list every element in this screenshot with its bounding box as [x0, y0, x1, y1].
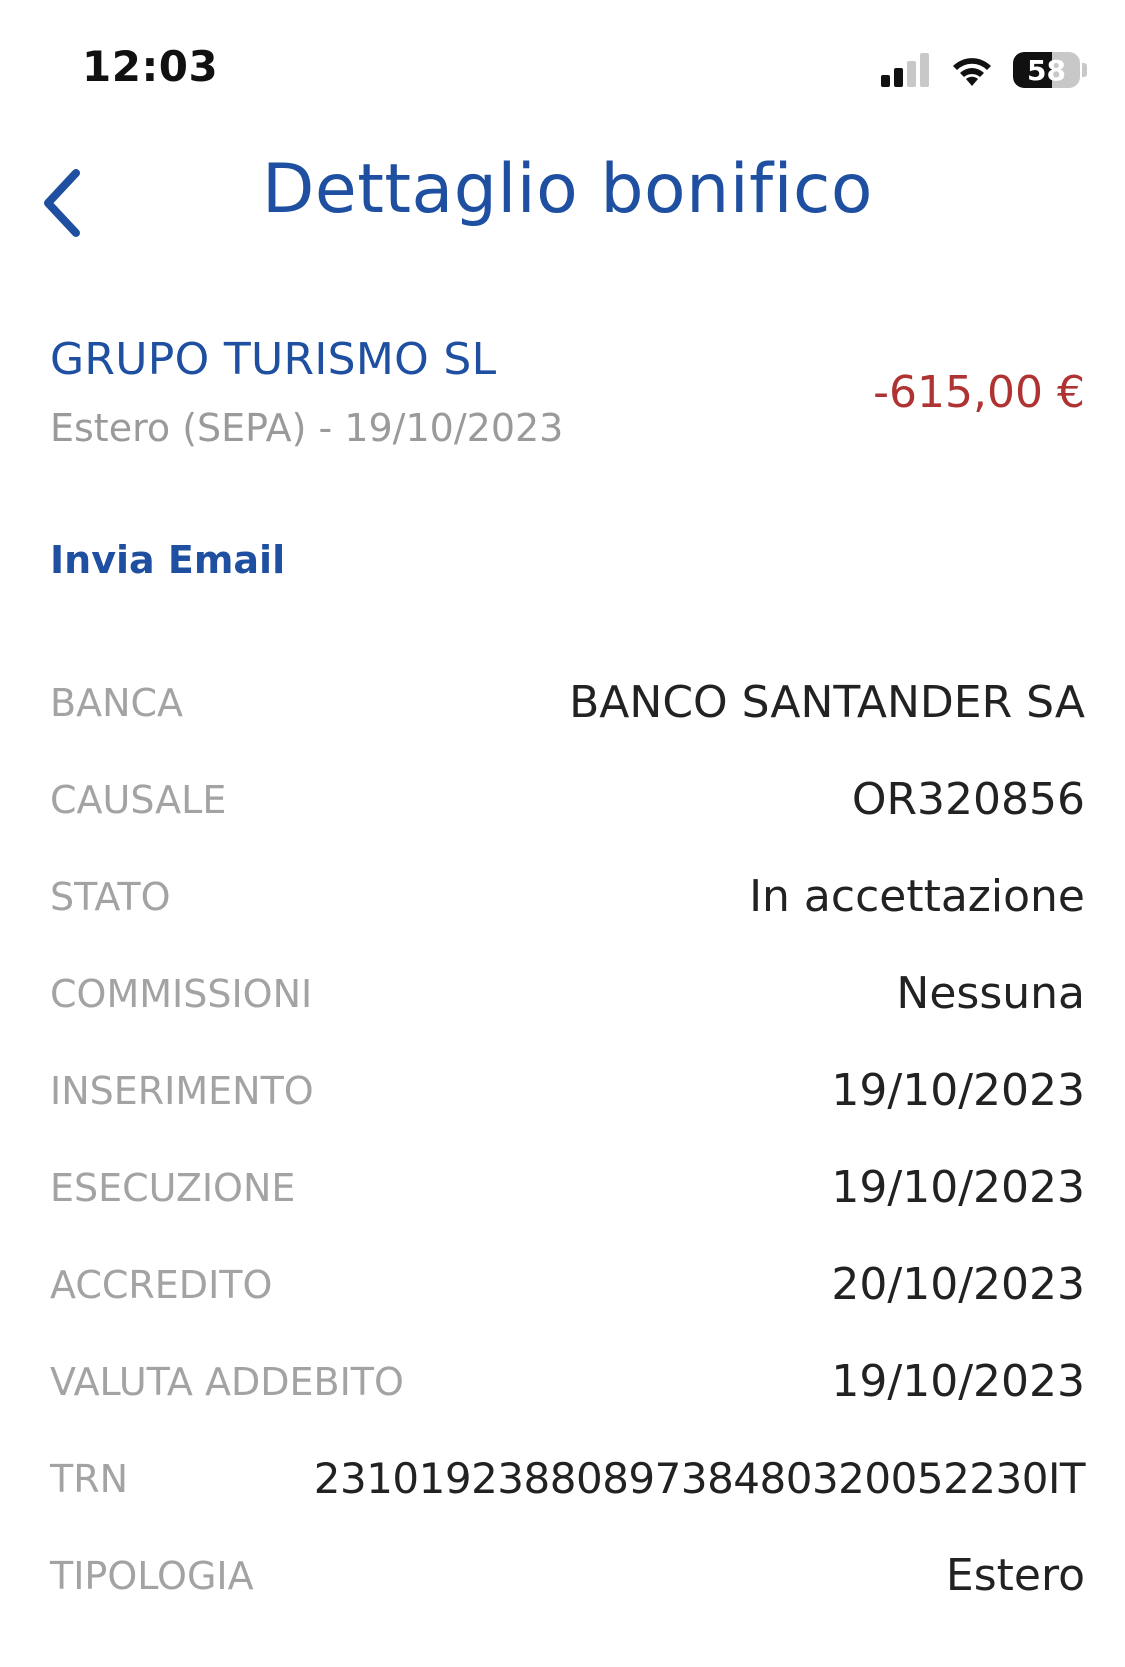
detail-label: ESECUZIONE [50, 1165, 296, 1210]
status-bar: 12:03 58 [0, 0, 1125, 140]
detail-value: Nessuna [896, 968, 1085, 1019]
detail-value: 19/10/2023 [831, 1162, 1085, 1213]
detail-row-tipologia: TIPOLOGIA Estero [50, 1527, 1085, 1624]
transfer-header: GRUPO TURISMO SL Estero (SEPA) - 19/10/2… [50, 334, 1085, 464]
detail-row-inserimento: INSERIMENTO 19/10/2023 [50, 1042, 1085, 1139]
detail-value: OR320856 [851, 774, 1085, 825]
detail-row-trn: TRN 2310192388089738480320052230IT [50, 1430, 1086, 1527]
detail-row-commissioni: COMMISSIONI Nessuna [50, 945, 1085, 1042]
battery-icon: 58 [1013, 52, 1081, 88]
detail-value: 20/10/2023 [831, 1259, 1085, 1310]
detail-row-esecuzione: ESECUZIONE 19/10/2023 [50, 1139, 1085, 1236]
detail-label: VALUTA ADDEBITO [50, 1359, 404, 1404]
detail-label: INSERIMENTO [50, 1068, 314, 1113]
battery-nub [1082, 63, 1087, 77]
detail-value: 19/10/2023 [831, 1065, 1085, 1116]
transfer-subtitle: Estero (SEPA) - 19/10/2023 [50, 406, 564, 450]
detail-label: TRN [50, 1456, 129, 1501]
detail-label: BANCA [50, 680, 184, 725]
detail-value: 2310192388089738480320052230IT [313, 1454, 1086, 1503]
send-email-link[interactable]: Invia Email [50, 538, 285, 582]
status-time: 12:03 [82, 42, 219, 91]
detail-value: Estero [945, 1550, 1085, 1601]
detail-value: 19/10/2023 [831, 1356, 1085, 1407]
nav-bar: Dettaglio bonifico [0, 140, 1125, 260]
detail-row-causale: CAUSALE OR320856 [50, 751, 1085, 848]
page-title: Dettaglio bonifico [262, 150, 873, 229]
status-icons: 58 [881, 50, 1087, 90]
detail-label: CAUSALE [50, 777, 227, 822]
beneficiary-name: GRUPO TURISMO SL [50, 334, 497, 385]
battery-indicator: 58 [1013, 51, 1087, 89]
detail-row-accredito: ACCREDITO 20/10/2023 [50, 1236, 1085, 1333]
detail-label: ACCREDITO [50, 1262, 273, 1307]
details-list: BANCA BANCO SANTANDER SA CAUSALE OR32085… [50, 654, 1086, 1624]
detail-row-banca: BANCA BANCO SANTANDER SA [50, 654, 1085, 751]
detail-label: COMMISSIONI [50, 971, 313, 1016]
detail-label: STATO [50, 874, 171, 919]
battery-level: 58 [1027, 53, 1067, 87]
detail-value: In accettazione [749, 871, 1085, 922]
cellular-signal-icon [881, 53, 929, 87]
detail-label: TIPOLOGIA [50, 1553, 254, 1598]
detail-value: BANCO SANTANDER SA [569, 677, 1085, 728]
wifi-icon [953, 58, 991, 86]
transfer-amount: -615,00 € [873, 367, 1085, 418]
detail-row-valuta-addebito: VALUTA ADDEBITO 19/10/2023 [50, 1333, 1085, 1430]
detail-row-stato: STATO In accettazione [50, 848, 1085, 945]
